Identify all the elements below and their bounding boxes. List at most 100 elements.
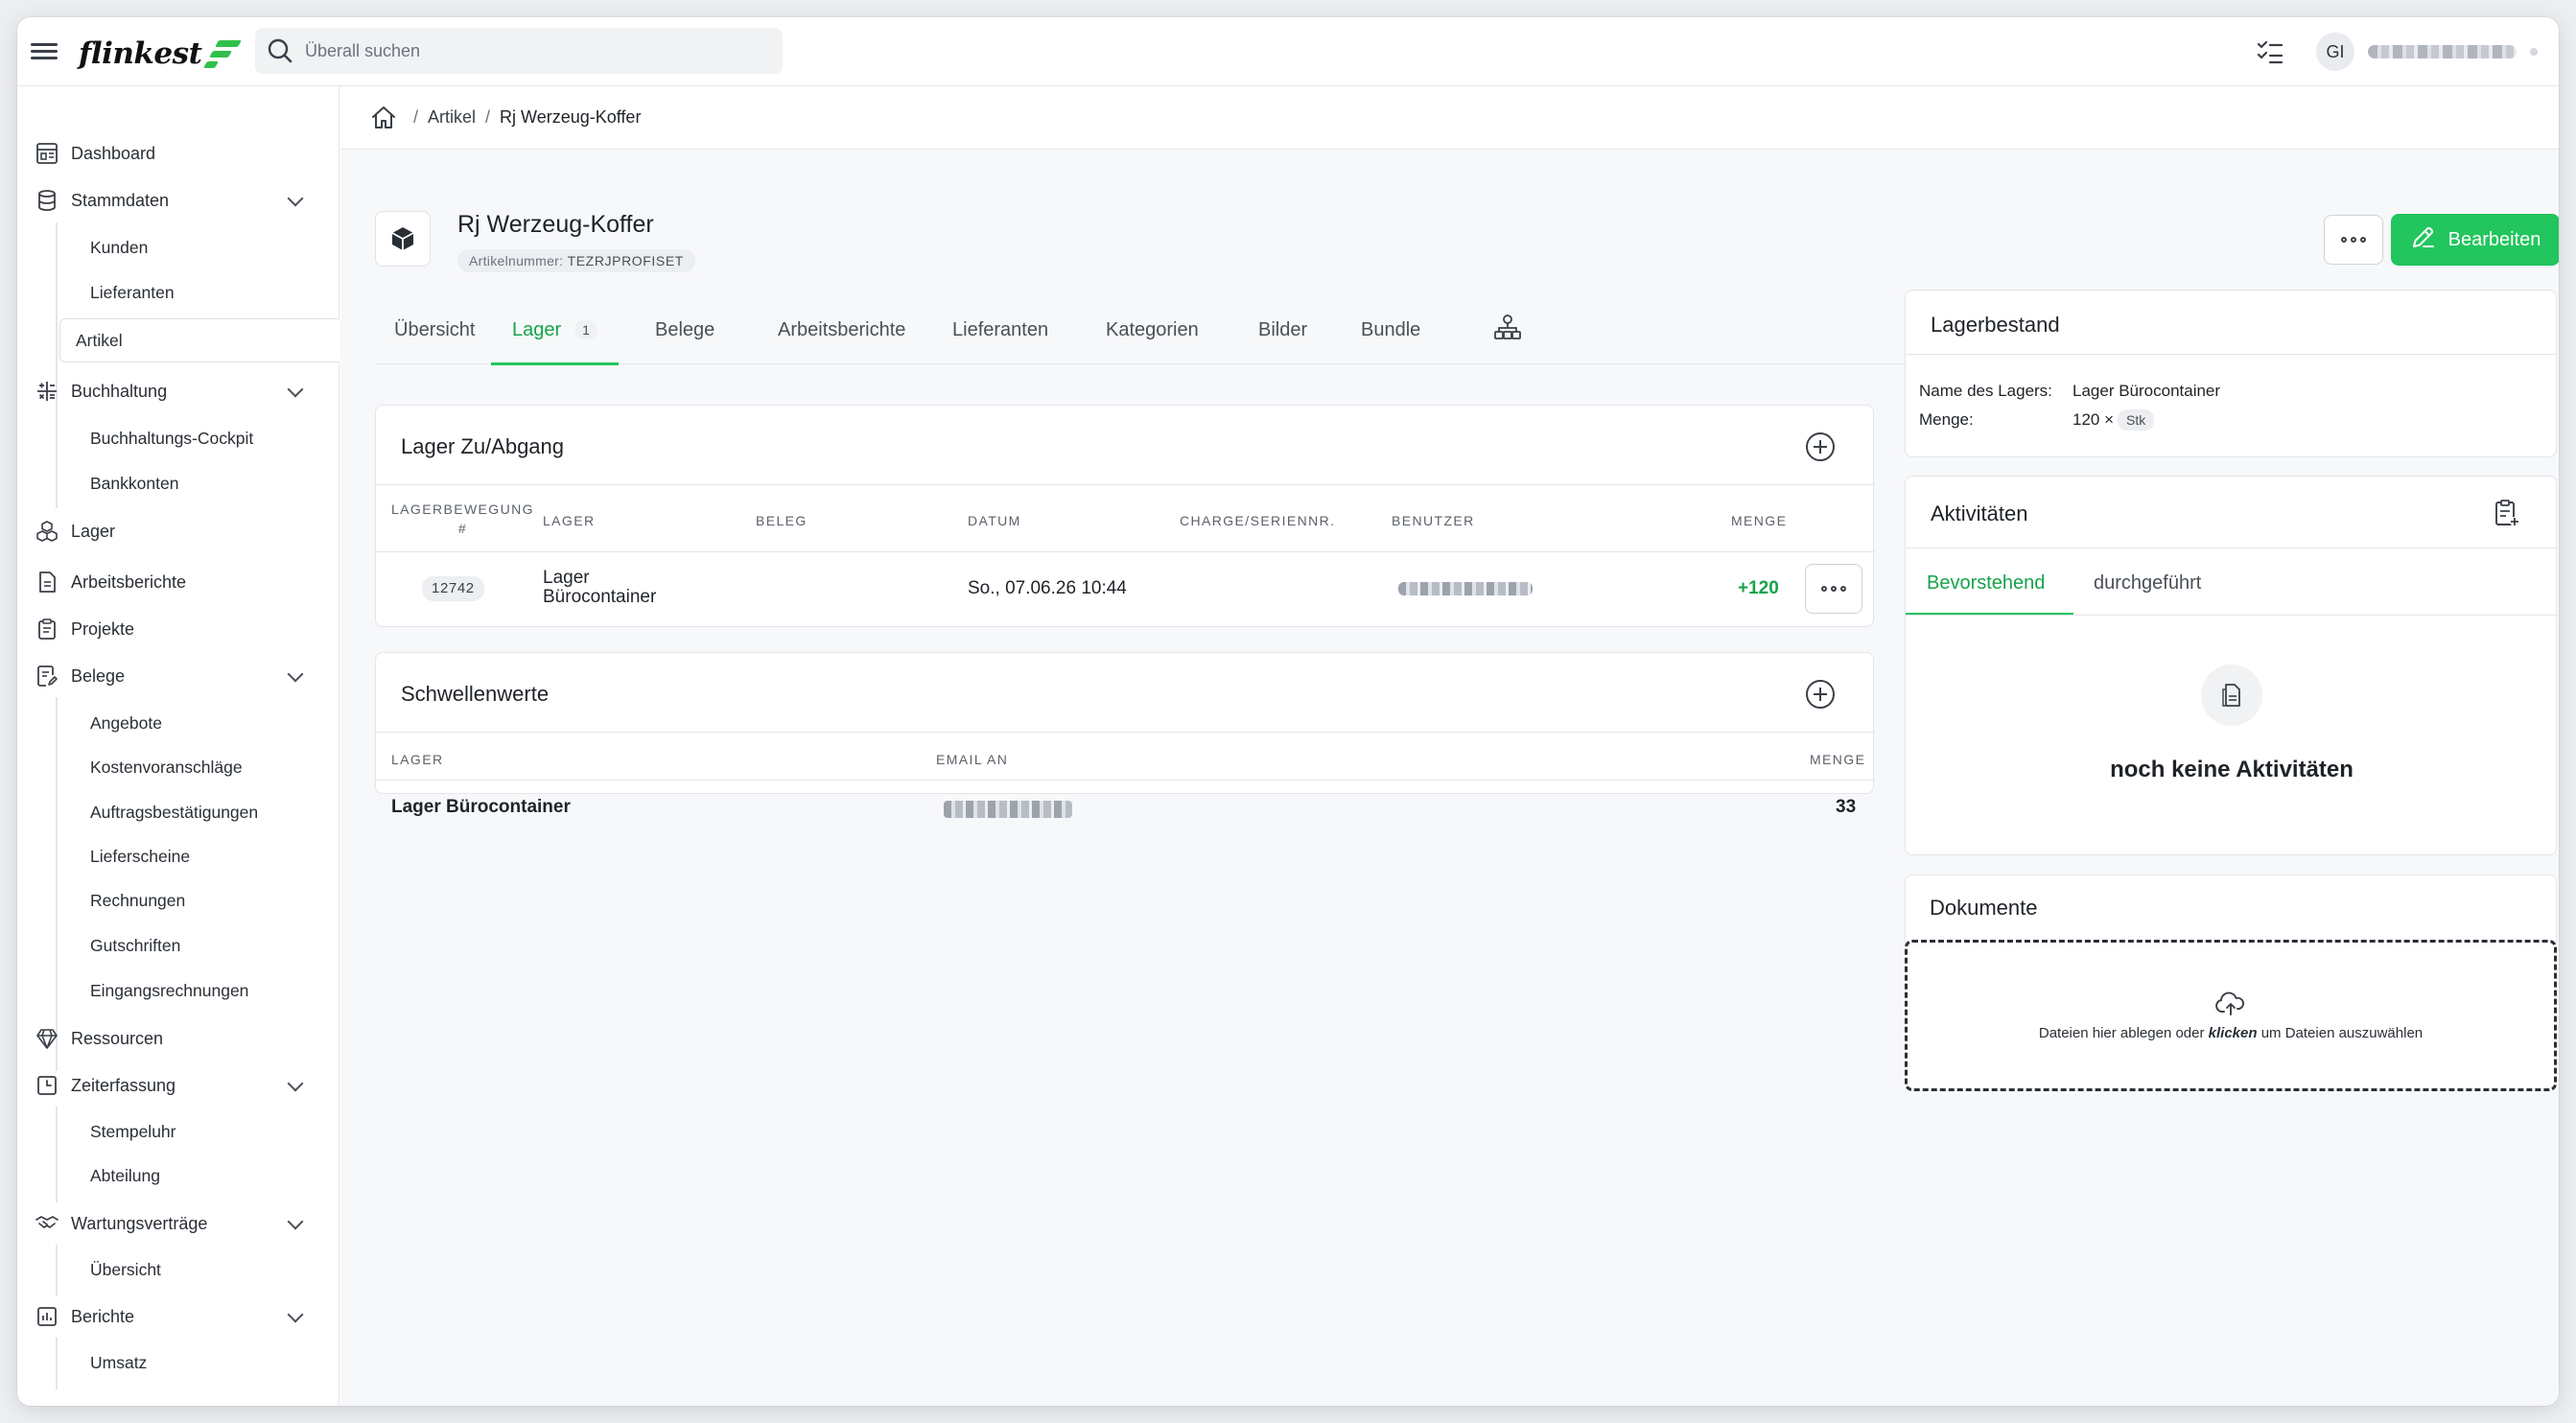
global-search[interactable]	[255, 28, 783, 74]
sidebar-label: Wartungsverträge	[71, 1213, 208, 1233]
add-circle-icon[interactable]	[1806, 680, 1835, 709]
lager-name-row: Name des Lagers: Lager Bürocontainer	[1919, 382, 2221, 400]
row-lager: Lager Bürocontainer	[391, 797, 571, 817]
sidebar-subitem-umsatz[interactable]: Umsatz	[73, 1344, 340, 1381]
sidebar-subitem-kostenvoranschlaege[interactable]: Kostenvoranschläge	[73, 749, 340, 785]
submenu-rule	[56, 412, 58, 508]
sidebar-subitem-bankkonten[interactable]: Bankkonten	[73, 465, 340, 502]
submenu-rule	[56, 1338, 58, 1389]
add-circle-icon[interactable]	[1806, 432, 1835, 461]
col-header-lagerbewegung: LAGERBEWEGUNG #	[391, 502, 534, 536]
chevron-down-icon	[287, 1213, 304, 1230]
divider	[1906, 615, 2558, 616]
col-header-datum: DATUM	[968, 513, 1021, 528]
tab-belege[interactable]: Belege	[655, 295, 714, 364]
sidebar-subitem-buchhaltungs-cockpit[interactable]: Buchhaltungs-Cockpit	[73, 420, 340, 456]
boxes-icon	[35, 519, 59, 544]
tab-kategorien[interactable]: Kategorien	[1106, 295, 1199, 364]
calculator-icon	[35, 379, 59, 404]
chevron-down-icon	[287, 1306, 304, 1323]
lager-zu-abgang-card: Lager Zu/Abgang LAGERBEWEGUNG # LAGER BE…	[375, 405, 1875, 627]
dokumente-card: Dokumente Dateien hier ablegen oder klic…	[1905, 875, 2557, 1093]
sidebar-subitem-kunden[interactable]: Kunden	[73, 229, 340, 266]
chevron-down-icon	[287, 381, 304, 398]
col-header-benutzer: BENUTZER	[1392, 513, 1475, 528]
sidebar-subitem-gutschriften[interactable]: Gutschriften	[73, 927, 340, 964]
sidebar-subitem-rechnungen[interactable]: Rechnungen	[73, 882, 340, 919]
sidebar-subitem-abteilung[interactable]: Abteilung	[73, 1157, 340, 1194]
user-avatar[interactable]: GI	[2316, 33, 2354, 71]
sidebar-item-zeiterfassung[interactable]: Zeiterfassung	[17, 1066, 340, 1105]
tab-uebersicht[interactable]: Übersicht	[394, 295, 475, 364]
tab-durchgefuehrt[interactable]: durchgeführt	[2094, 572, 2201, 595]
breadcrumb-link-artikel[interactable]: Artikel	[428, 107, 476, 128]
menu-icon[interactable]	[31, 39, 58, 64]
submenu-rule	[56, 1245, 58, 1296]
tab-count-badge: 1	[574, 320, 597, 339]
user-name-redacted[interactable]	[2368, 45, 2517, 58]
sidebar-subitem-lieferanten[interactable]: Lieferanten	[73, 274, 340, 311]
tab-bundle[interactable]: Bundle	[1361, 295, 1420, 364]
sidebar-item-buchhaltung[interactable]: Buchhaltung	[17, 372, 340, 410]
edit-button[interactable]: Bearbeiten	[2391, 214, 2559, 266]
timesheet-icon	[35, 1073, 59, 1098]
report-icon	[35, 570, 59, 595]
sidebar-item-belege[interactable]: Belege	[17, 657, 340, 695]
sidebar-label: Belege	[71, 665, 126, 686]
cloud-upload-icon	[2214, 991, 2247, 1022]
empty-document-icon	[2201, 665, 2262, 726]
sidebar-subitem-uebersicht[interactable]: Übersicht	[73, 1251, 340, 1288]
article-title: Rj Werzeug-Koffer	[457, 211, 654, 238]
sidebar-item-arbeitsberichte[interactable]: Arbeitsberichte	[17, 563, 340, 601]
lagerbestand-card: Lagerbestand Name des Lagers: Lager Büroc…	[1905, 290, 2558, 457]
card-title: Lager Zu/Abgang	[401, 434, 565, 458]
dropzone-text: Dateien hier ablegen oder klicken um Dat…	[2038, 1025, 2424, 1041]
tab-bevorstehend[interactable]: Bevorstehend	[1927, 572, 2045, 595]
sidebar-item-dashboard[interactable]: Dashboard	[17, 134, 340, 173]
tab-bilder[interactable]: Bilder	[1258, 295, 1307, 364]
sidebar-item-projekte[interactable]: Projekte	[17, 610, 340, 648]
topbar-right: GI	[2255, 29, 2538, 75]
sidebar-item-wartungsvertraege[interactable]: Wartungsverträge	[17, 1204, 340, 1243]
tab-arbeitsberichte[interactable]: Arbeitsberichte	[778, 295, 905, 364]
search-input[interactable]	[305, 40, 765, 61]
sidebar-subitem-stempeluhr[interactable]: Stempeluhr	[73, 1113, 340, 1150]
submenu-rule	[56, 697, 58, 1071]
sidebar-subitem-lieferscheine[interactable]: Lieferscheine	[73, 838, 340, 875]
sidebar-item-ressourcen[interactable]: Ressourcen	[17, 1019, 340, 1058]
sidebar-label: Arbeitsberichte	[71, 572, 187, 592]
breadcrumb-current: Rj Werzeug-Koffer	[500, 107, 642, 127]
col-header-charge: CHARGE/SERIENNR.	[1180, 513, 1336, 528]
tab-lager[interactable]: Lager 1	[491, 295, 619, 365]
sidebar-subitem-angebote[interactable]: Angebote	[73, 705, 340, 741]
sidebar-item-berichte[interactable]: Berichte	[17, 1297, 340, 1336]
tasks-list-icon[interactable]	[2255, 36, 2285, 67]
home-icon[interactable]	[369, 104, 398, 132]
sidebar-label: Ressourcen	[71, 1028, 164, 1048]
chevron-down-icon	[287, 665, 304, 683]
tab-lieferanten[interactable]: Lieferanten	[952, 295, 1048, 364]
col-header-beleg: BELEG	[756, 513, 808, 528]
sidebar-item-stammdaten[interactable]: Stammdaten	[17, 181, 340, 220]
user-menu-chevron-icon[interactable]	[2530, 48, 2538, 56]
divider	[376, 484, 1875, 485]
sidebar-item-lager[interactable]: Lager	[17, 512, 340, 550]
breadcrumb-separator: /	[485, 107, 491, 127]
tab-hierarchy[interactable]	[1493, 295, 1522, 364]
sidebar-subitem-auftragsbestaetigungen[interactable]: Auftragsbestätigungen	[73, 794, 340, 830]
dashboard-icon	[35, 141, 59, 166]
app-logo[interactable]: flinkest	[79, 35, 243, 73]
more-actions-button[interactable]	[2324, 215, 2383, 265]
sidebar-label: Stammdaten	[71, 190, 170, 210]
lager-menge-row: Menge: 120 × Stk	[1919, 409, 2155, 431]
divider	[376, 732, 1875, 733]
row-menge: +120	[1738, 578, 1779, 598]
add-activity-icon[interactable]	[2491, 498, 2521, 533]
sidebar-subitem-artikel[interactable]: Artikel	[59, 318, 340, 362]
sidebar-subitem-eingangsrechnungen[interactable]: Eingangsrechnungen	[73, 972, 340, 1009]
row-more-button[interactable]	[1805, 564, 1862, 614]
card-title: Aktivitäten	[1931, 502, 2028, 525]
file-dropzone[interactable]: Dateien hier ablegen oder klicken um Dat…	[1905, 940, 2557, 1091]
clipboard-icon	[35, 617, 59, 642]
database-icon	[35, 188, 59, 213]
